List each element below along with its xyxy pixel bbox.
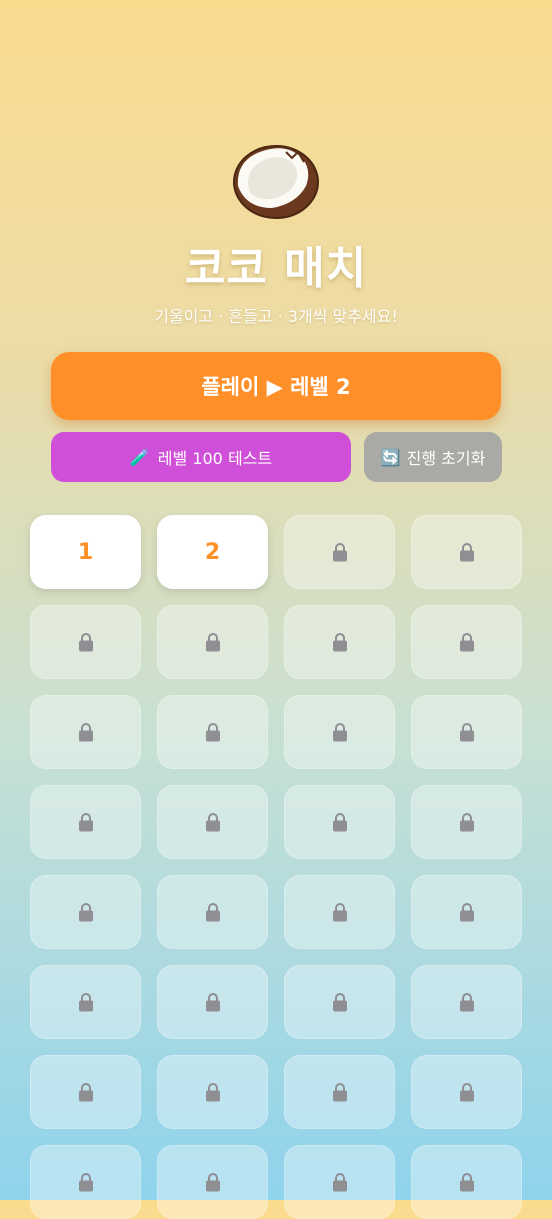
- lock-icon: [205, 723, 220, 742]
- level-tile-locked[interactable]: [157, 695, 268, 769]
- test-tube-icon: 🧪: [129, 447, 150, 467]
- lock-icon: [78, 903, 93, 922]
- level-tile-locked[interactable]: [30, 1055, 141, 1129]
- page-title: 코코 매치: [184, 243, 368, 294]
- level-tile-locked[interactable]: [411, 785, 522, 859]
- lock-icon: [78, 723, 93, 742]
- level-tile-locked[interactable]: [411, 1145, 522, 1219]
- level-tile-locked[interactable]: [30, 605, 141, 679]
- level-tile[interactable]: 1: [30, 515, 141, 589]
- level-tile-locked[interactable]: [30, 785, 141, 859]
- level-tile-locked[interactable]: [284, 785, 395, 859]
- lock-icon: [459, 903, 474, 922]
- level-tile-locked[interactable]: [30, 695, 141, 769]
- play-button-label: 플레이 ▶ 레벨 2: [201, 375, 351, 399]
- level-tile-locked[interactable]: [284, 515, 395, 589]
- refresh-icon: 🔄: [380, 447, 401, 467]
- lock-icon: [332, 543, 347, 562]
- level-tile-locked[interactable]: [411, 605, 522, 679]
- lock-icon: [78, 1083, 93, 1102]
- lock-icon: [459, 1083, 474, 1102]
- lock-icon: [205, 1173, 220, 1192]
- level-tile-locked[interactable]: [284, 1055, 395, 1129]
- lock-icon: [459, 813, 474, 832]
- level-tile-locked[interactable]: [284, 1145, 395, 1219]
- level-tile-locked[interactable]: [411, 875, 522, 949]
- lock-icon: [459, 1173, 474, 1192]
- test-button-label: 레벨 100 테스트: [157, 449, 273, 468]
- level-tile-locked[interactable]: [30, 1145, 141, 1219]
- level-tile-locked[interactable]: [411, 695, 522, 769]
- level-tile-locked[interactable]: [157, 875, 268, 949]
- level-tile-locked[interactable]: [157, 605, 268, 679]
- level-tile-locked[interactable]: [157, 1055, 268, 1129]
- level-tile-locked[interactable]: [411, 515, 522, 589]
- lock-icon: [332, 903, 347, 922]
- level-tile-locked[interactable]: [284, 695, 395, 769]
- lock-icon: [78, 633, 93, 652]
- lock-icon: [78, 1173, 93, 1192]
- lock-icon: [78, 813, 93, 832]
- reset-button-label: 진행 초기화: [406, 449, 486, 468]
- level-tile-locked[interactable]: [157, 1145, 268, 1219]
- lock-icon: [205, 903, 220, 922]
- level-tile-locked[interactable]: [284, 605, 395, 679]
- lock-icon: [332, 633, 347, 652]
- lock-icon: [332, 1083, 347, 1102]
- lock-icon: [459, 543, 474, 562]
- lock-icon: [332, 1173, 347, 1192]
- lock-icon: [205, 813, 220, 832]
- lock-icon: [332, 993, 347, 1012]
- level-tile[interactable]: 2: [157, 515, 268, 589]
- play-button[interactable]: 플레이 ▶ 레벨 2: [51, 352, 501, 420]
- level-tile-locked[interactable]: [284, 875, 395, 949]
- lock-icon: [205, 993, 220, 1012]
- level-grid: 12: [30, 515, 522, 1219]
- level-tile-locked[interactable]: [30, 965, 141, 1039]
- lock-icon: [332, 813, 347, 832]
- level-number: 1: [77, 539, 94, 565]
- level-tile-locked[interactable]: [284, 965, 395, 1039]
- level-100-test-button[interactable]: 🧪 레벨 100 테스트: [51, 432, 351, 482]
- lock-icon: [78, 993, 93, 1012]
- coconut-icon: [233, 145, 319, 219]
- lock-icon: [459, 723, 474, 742]
- lock-icon: [459, 633, 474, 652]
- level-tile-locked[interactable]: [411, 965, 522, 1039]
- level-number: 2: [204, 539, 221, 565]
- lock-icon: [205, 633, 220, 652]
- lock-icon: [205, 1083, 220, 1102]
- level-tile-locked[interactable]: [157, 965, 268, 1039]
- page-subtitle: 기울이고 · 흔들고 · 3개씩 맞추세요!: [154, 307, 398, 326]
- lock-icon: [459, 993, 474, 1012]
- lock-icon: [332, 723, 347, 742]
- level-tile-locked[interactable]: [157, 785, 268, 859]
- level-tile-locked[interactable]: [411, 1055, 522, 1129]
- level-tile-locked[interactable]: [30, 875, 141, 949]
- reset-progress-button[interactable]: 🔄 진행 초기화: [364, 432, 502, 482]
